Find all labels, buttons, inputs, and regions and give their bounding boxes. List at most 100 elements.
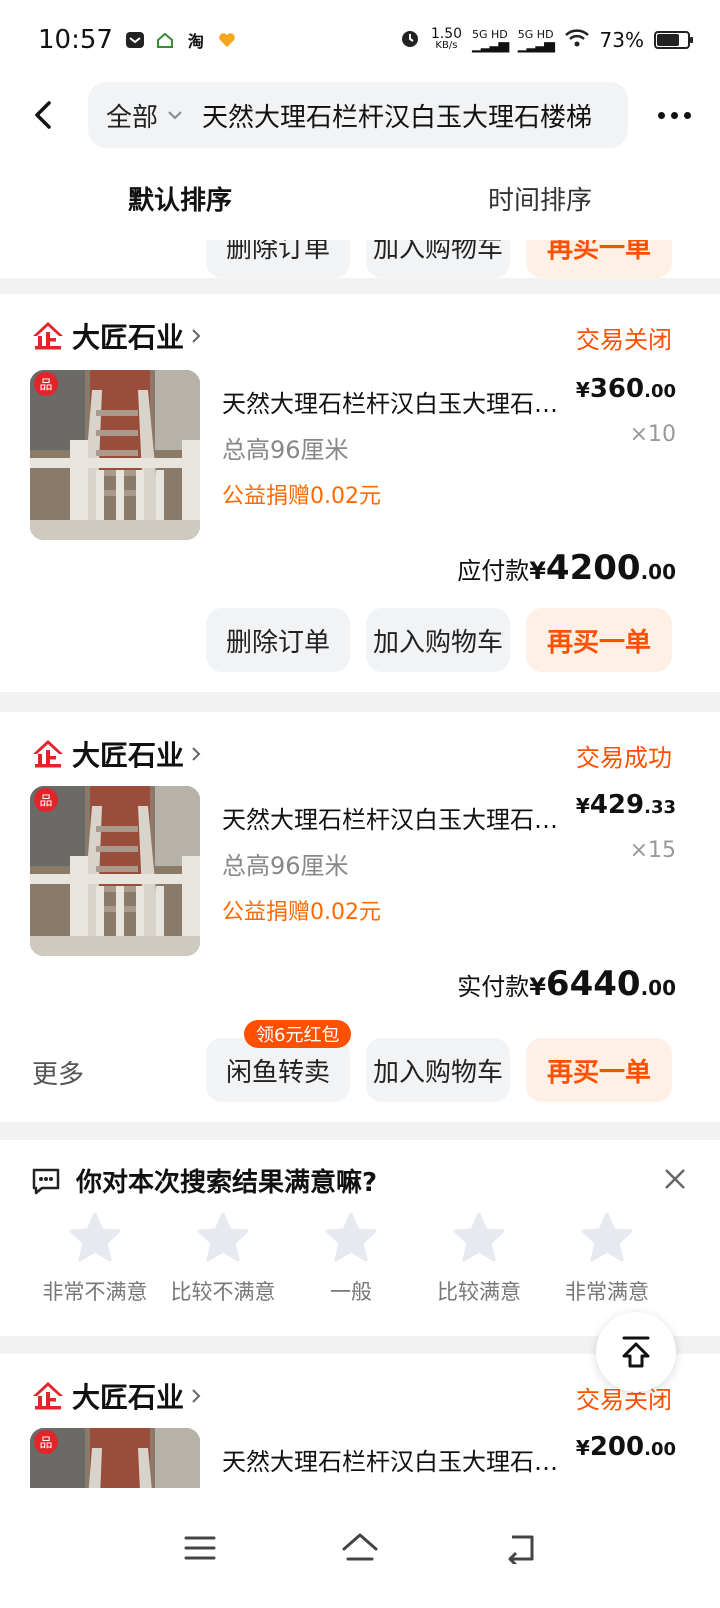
- rating-label: 比较不满意: [170, 1280, 276, 1304]
- order-card[interactable]: 大匠石业 交易关闭 品 天然大理石栏杆汉白玉大理石楼梯 总高96厘米 公益捐赠0…: [0, 294, 720, 692]
- stair-balustrade-image: 品: [30, 786, 200, 956]
- product-title[interactable]: 天然大理石栏杆汉白玉大理石楼梯: [222, 1442, 567, 1477]
- shop-row[interactable]: 大匠石业: [30, 314, 204, 358]
- rating-label: 非常满意: [565, 1280, 649, 1304]
- svg-text:品: 品: [39, 1436, 52, 1451]
- charity-note: 公益捐赠0.02元: [222, 484, 381, 509]
- feedback-question: 你对本次搜索结果满意嘛?: [30, 1162, 377, 1199]
- rating-very-unsatisfied[interactable]: 非常不满意: [30, 1210, 160, 1306]
- previous-order-partial: 删除订单 加入购物车 再买一单: [0, 240, 720, 278]
- svg-text:品: 品: [39, 794, 52, 809]
- delete-order-button[interactable]: 删除订单: [206, 608, 350, 672]
- stair-balustrade-image: 品: [30, 1428, 200, 1488]
- menu-nav-button[interactable]: [170, 1518, 230, 1578]
- status-right: 1.50 KB/s 5G HD ▁▂▃▅ 5G HD ▁▂▃▅ 73%: [399, 26, 693, 54]
- wifi-icon: [564, 28, 590, 53]
- search-scope[interactable]: 全部: [106, 97, 158, 134]
- unit-price: ¥429.33: [575, 790, 676, 820]
- rating-satisfied[interactable]: 比较满意: [414, 1210, 544, 1306]
- shop-row[interactable]: 大匠石业: [30, 732, 204, 776]
- message-icon: [125, 30, 145, 50]
- unit-price: ¥200.00: [575, 1432, 676, 1462]
- back-button[interactable]: [0, 80, 88, 150]
- back-nav-button[interactable]: [490, 1518, 550, 1578]
- net-speed: 1.50 KB/s: [430, 26, 463, 51]
- rating-label: 比较满意: [437, 1280, 521, 1304]
- search-query[interactable]: 天然大理石栏杆汉白玉大理石楼梯: [202, 97, 592, 134]
- signal-2: 5G HD ▁▂▃▅: [517, 28, 555, 53]
- rating-very-satisfied[interactable]: 非常满意: [542, 1210, 672, 1306]
- add-to-cart-button[interactable]: 加入购物车: [366, 1038, 510, 1102]
- enterprise-logo-icon: [33, 740, 63, 768]
- add-to-cart-button[interactable]: 加入购物车: [366, 240, 510, 278]
- charity-note: 公益捐赠0.02元: [222, 900, 381, 925]
- total-label: 实付款: [457, 973, 530, 1001]
- rating-unsatisfied[interactable]: 比较不满意: [158, 1210, 288, 1306]
- home-nav-button[interactable]: [330, 1518, 390, 1578]
- svg-text:品: 品: [39, 378, 52, 393]
- unit-price: ¥360.00: [575, 374, 676, 404]
- system-nav-bar: [0, 1488, 720, 1608]
- back-nav-icon: [508, 1535, 534, 1564]
- rating-label: 非常不满意: [42, 1280, 148, 1304]
- order-card[interactable]: 大匠石业 交易成功 品 天然大理石栏杆汉白玉大理石楼梯 总高96厘米 公益捐赠0…: [0, 712, 720, 1122]
- more-options-button[interactable]: [628, 80, 720, 150]
- close-icon[interactable]: [660, 1164, 690, 1194]
- buy-again-button[interactable]: 再买一单: [526, 1038, 672, 1102]
- product-image[interactable]: 品: [30, 370, 200, 540]
- chevron-down-icon[interactable]: [164, 104, 186, 126]
- back-to-top-button[interactable]: [596, 1312, 676, 1392]
- shop-name[interactable]: 大匠石业: [72, 316, 184, 356]
- shop-row[interactable]: 大匠石业: [30, 1374, 204, 1418]
- alarm-icon: [399, 27, 421, 54]
- chevron-right-icon: [192, 747, 201, 761]
- product-image[interactable]: 品: [30, 786, 200, 956]
- rating-neutral[interactable]: 一般: [286, 1210, 416, 1306]
- product-image[interactable]: 品: [30, 1428, 200, 1488]
- product-sku: 总高96厘米: [222, 436, 349, 464]
- chat-icon: [32, 1168, 60, 1194]
- star-icon: [197, 1212, 249, 1262]
- tab-default-sort[interactable]: 默认排序: [0, 150, 360, 240]
- feedback-question-text: 你对本次搜索结果满意嘛?: [76, 1168, 378, 1198]
- status-bar: 10:57 淘 1.50 KB/s 5G HD ▁▂▃▅ 5G HD ▁▂▃▅ 73%: [0, 0, 720, 80]
- menu-icon: [184, 1536, 216, 1560]
- delete-order-button[interactable]: 删除订单: [206, 240, 350, 278]
- order-status: 交易成功: [576, 744, 672, 772]
- star-icon: [69, 1212, 121, 1262]
- search-box[interactable]: 全部 天然大理石栏杆汉白玉大理石楼梯: [88, 82, 628, 148]
- chevron-right-icon: [192, 329, 201, 343]
- star-icon: [453, 1212, 505, 1262]
- more-link[interactable]: 更多: [32, 1054, 84, 1091]
- back-arrow-icon: [35, 101, 51, 129]
- product-title[interactable]: 天然大理石栏杆汉白玉大理石楼梯: [222, 384, 567, 419]
- product-title[interactable]: 天然大理石栏杆汉白玉大理石楼梯: [222, 800, 567, 835]
- quantity: ×10: [629, 422, 676, 447]
- home-app-icon: [155, 30, 175, 50]
- rating-label: 一般: [330, 1280, 372, 1304]
- shop-name[interactable]: 大匠石业: [72, 1376, 184, 1416]
- add-to-cart-button[interactable]: 加入购物车: [366, 608, 510, 672]
- red-packet-badge: 领6元红包: [244, 1020, 352, 1048]
- heart-app-icon: [217, 30, 237, 50]
- quantity: ×15: [629, 838, 676, 863]
- stair-balustrade-image: 品: [30, 370, 200, 540]
- search-feedback: 你对本次搜索结果满意嘛? 非常不满意 比较不满意 一般 比较满意 非常满意: [0, 1140, 720, 1336]
- home-icon: [342, 1533, 378, 1561]
- taobao-icon: 淘: [187, 32, 204, 51]
- shop-name[interactable]: 大匠石业: [72, 734, 184, 774]
- total-amount: 实付款 ¥ 6440 .00: [457, 964, 676, 1004]
- tab-time-sort[interactable]: 时间排序: [360, 150, 720, 240]
- signal-1: 5G HD ▁▂▃▅: [472, 28, 509, 53]
- star-icon: [325, 1212, 377, 1262]
- enterprise-logo-icon: [33, 322, 63, 350]
- battery-percent: 73%: [599, 28, 644, 52]
- buy-again-button[interactable]: 再买一单: [526, 608, 672, 672]
- status-time: 10:57: [38, 25, 113, 55]
- star-icon: [581, 1212, 633, 1262]
- buy-again-button[interactable]: 再买一单: [526, 240, 672, 278]
- signal-icon: ▁▂▃▅: [472, 37, 509, 53]
- sort-tabs: 默认排序 时间排序: [0, 150, 720, 240]
- total-label: 应付款: [457, 557, 530, 585]
- enterprise-logo-icon: [33, 1382, 63, 1410]
